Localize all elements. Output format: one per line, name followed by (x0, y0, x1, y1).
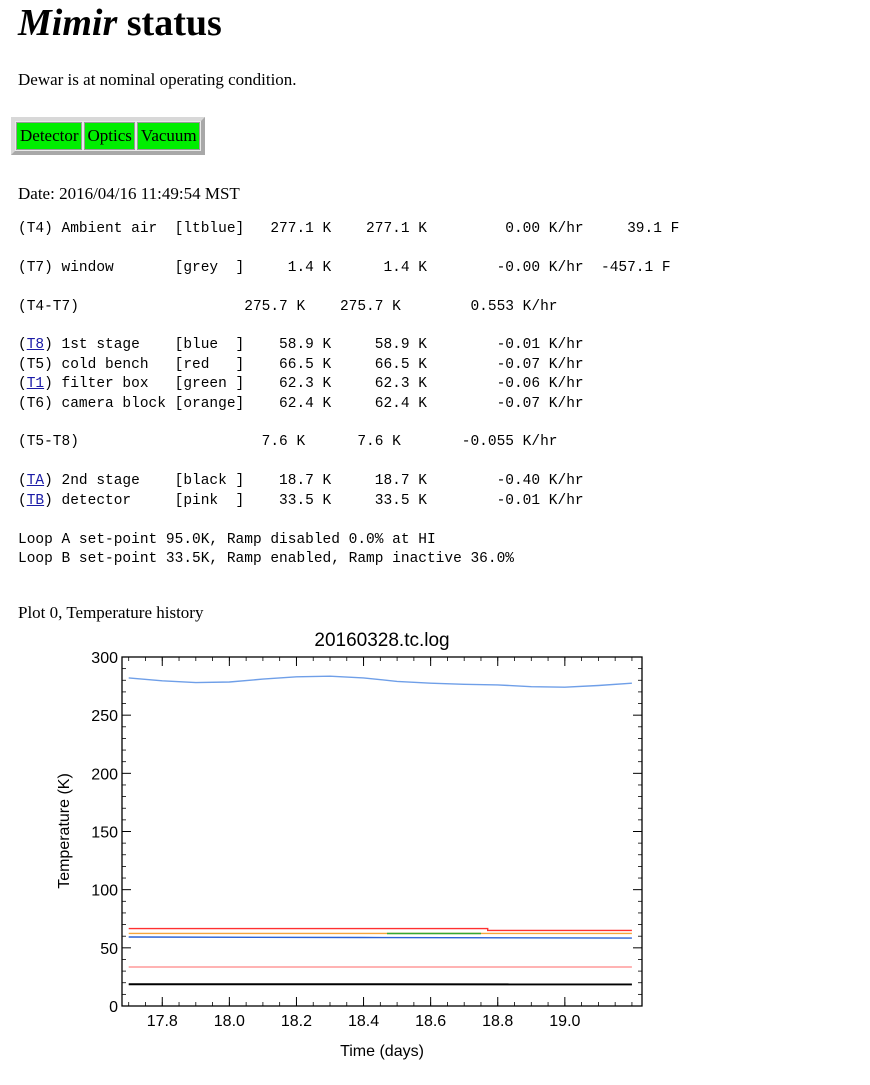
readout-line-prefix: (T5-T8) 7.6 K 7.6 K -0.055 K/hr (18, 434, 558, 451)
series-line (128, 927, 632, 932)
readout-line: (T1) filter box [green ] 62.3 K 62.3 K -… (18, 376, 584, 392)
x-tick-label: 18.8 (482, 1013, 513, 1030)
sensor-tag-t5: T5 (26, 356, 45, 373)
page-title: Mimir status (18, 2, 222, 44)
readout-line-prefix: ( (18, 221, 27, 237)
readout-line: (T6) camera block [orange] 62.4 K 62.4 K… (18, 396, 584, 412)
chart-frame (121, 656, 643, 1007)
y-tick-label: 50 (100, 941, 118, 958)
readout-line-prefix: ( (18, 337, 27, 354)
readout-line: (T7) window [grey ] 1.4 K 1.4 K -0.00 K/… (18, 260, 671, 276)
sensor-tag-t7: T7 (26, 259, 45, 276)
readout-line-values: ) window [grey ] 1.4 K 1.4 K -0.00 K/hr … (44, 259, 671, 276)
readout-line-prefix: ( (18, 259, 27, 276)
readout-line: (T8) 1st stage [blue ] 58.9 K 58.9 K -0.… (18, 337, 584, 353)
readout-line-prefix: ( (18, 395, 27, 412)
status-cell-optics[interactable]: Optics (83, 122, 135, 150)
series-line (128, 675, 632, 688)
readout-line-values: ) camera block [orange] 62.4 K 62.4 K -0… (44, 395, 584, 412)
readout-line-prefix: (T4-T7) 275.7 K 275.7 K 0.553 K/hr (18, 298, 558, 315)
y-tick-label: 300 (91, 650, 118, 667)
x-tick-label: 19.0 (549, 1013, 580, 1030)
readout-line: (T4) Ambient air [ltblue] 277.1 K 277.1 … (18, 221, 679, 237)
readout-line-values: ) 1st stage [blue ] 58.9 K 58.9 K -0.01 … (44, 337, 584, 354)
x-tick-label: 18.6 (415, 1013, 446, 1030)
readout-line: (T5-T8) 7.6 K 7.6 K -0.055 K/hr (18, 434, 558, 450)
readout-line-prefix: ( (18, 376, 27, 393)
status-indicator-table: Detector Optics Vacuum (11, 117, 205, 155)
readout-line: (T5) cold bench [red ] 66.5 K 66.5 K -0.… (18, 357, 584, 373)
x-tick-label: 18.0 (214, 1013, 245, 1030)
status-cell-vacuum[interactable]: Vacuum (136, 122, 200, 150)
sensor-tag-t6: T6 (26, 395, 45, 412)
temperature-readout: (T4) Ambient air [ltblue] 277.1 K 277.1 … (18, 220, 679, 569)
sensor-link-ta[interactable]: TA (27, 473, 44, 489)
y-axis-label: Temperature (K) (56, 773, 73, 889)
readout-line-values: ) filter box [green ] 62.3 K 62.3 K -0.0… (44, 376, 584, 393)
readout-line: (TB) detector [pink ] 33.5 K 33.5 K -0.0… (18, 493, 584, 509)
x-tick-label: 18.2 (281, 1013, 312, 1030)
chart-title: 20160328.tc.log (314, 630, 449, 651)
y-tick-label: 200 (91, 766, 118, 783)
series-line (128, 936, 632, 939)
y-tick-label: 150 (91, 825, 118, 842)
readout-line-prefix: Loop B set-point 33.5K, Ramp enabled, Ra… (18, 550, 514, 567)
readout-line: Loop A set-point 95.0K, Ramp disabled 0.… (18, 532, 436, 548)
readout-line-prefix: Loop A set-point 95.0K, Ramp disabled 0.… (18, 531, 436, 548)
page-title-rest: status (117, 2, 222, 44)
y-tick-label: 100 (91, 883, 118, 900)
status-message: Dewar is at nominal operating condition. (18, 70, 297, 89)
sensor-link-t1[interactable]: T1 (27, 376, 44, 392)
readout-line-values: ) Ambient air [ltblue] 277.1 K 277.1 K 0… (44, 221, 680, 237)
status-cell-detector[interactable]: Detector (16, 122, 82, 150)
date-line: Date: 2016/04/16 11:49:54 MST (18, 184, 240, 203)
x-axis-label: Time (days) (340, 1043, 424, 1060)
readout-line: Loop B set-point 33.5K, Ramp enabled, Ra… (18, 551, 514, 567)
x-tick-label: 17.8 (147, 1013, 178, 1030)
sensor-tag-t4: T4 (26, 221, 45, 237)
readout-line-prefix: ( (18, 473, 27, 490)
readout-line-prefix: ( (18, 492, 27, 509)
y-tick-label: 250 (91, 708, 118, 725)
sensor-link-tb[interactable]: TB (27, 493, 44, 509)
readout-line-values: ) detector [pink ] 33.5 K 33.5 K -0.01 K… (44, 492, 584, 509)
readout-line: (TA) 2nd stage [black ] 18.7 K 18.7 K -0… (18, 473, 584, 489)
plot-caption: Plot 0, Temperature history (18, 603, 204, 622)
readout-line: (T4-T7) 275.7 K 275.7 K 0.553 K/hr (18, 299, 558, 315)
x-tick-label: 18.4 (348, 1013, 379, 1030)
sensor-link-t8[interactable]: T8 (27, 337, 44, 353)
readout-line-prefix: ( (18, 356, 27, 373)
readout-line-values: ) 2nd stage [black ] 18.7 K 18.7 K -0.40… (44, 473, 584, 490)
y-tick-label: 0 (109, 999, 118, 1016)
temperature-history-chart: 20160328.tc.log 17.8 18.0 18.2 18.4 18.6 18.8… (56, 630, 643, 1060)
readout-line-values: ) cold bench [red ] 66.5 K 66.5 K -0.07 … (44, 356, 584, 373)
page-title-italic: Mimir (18, 2, 118, 44)
